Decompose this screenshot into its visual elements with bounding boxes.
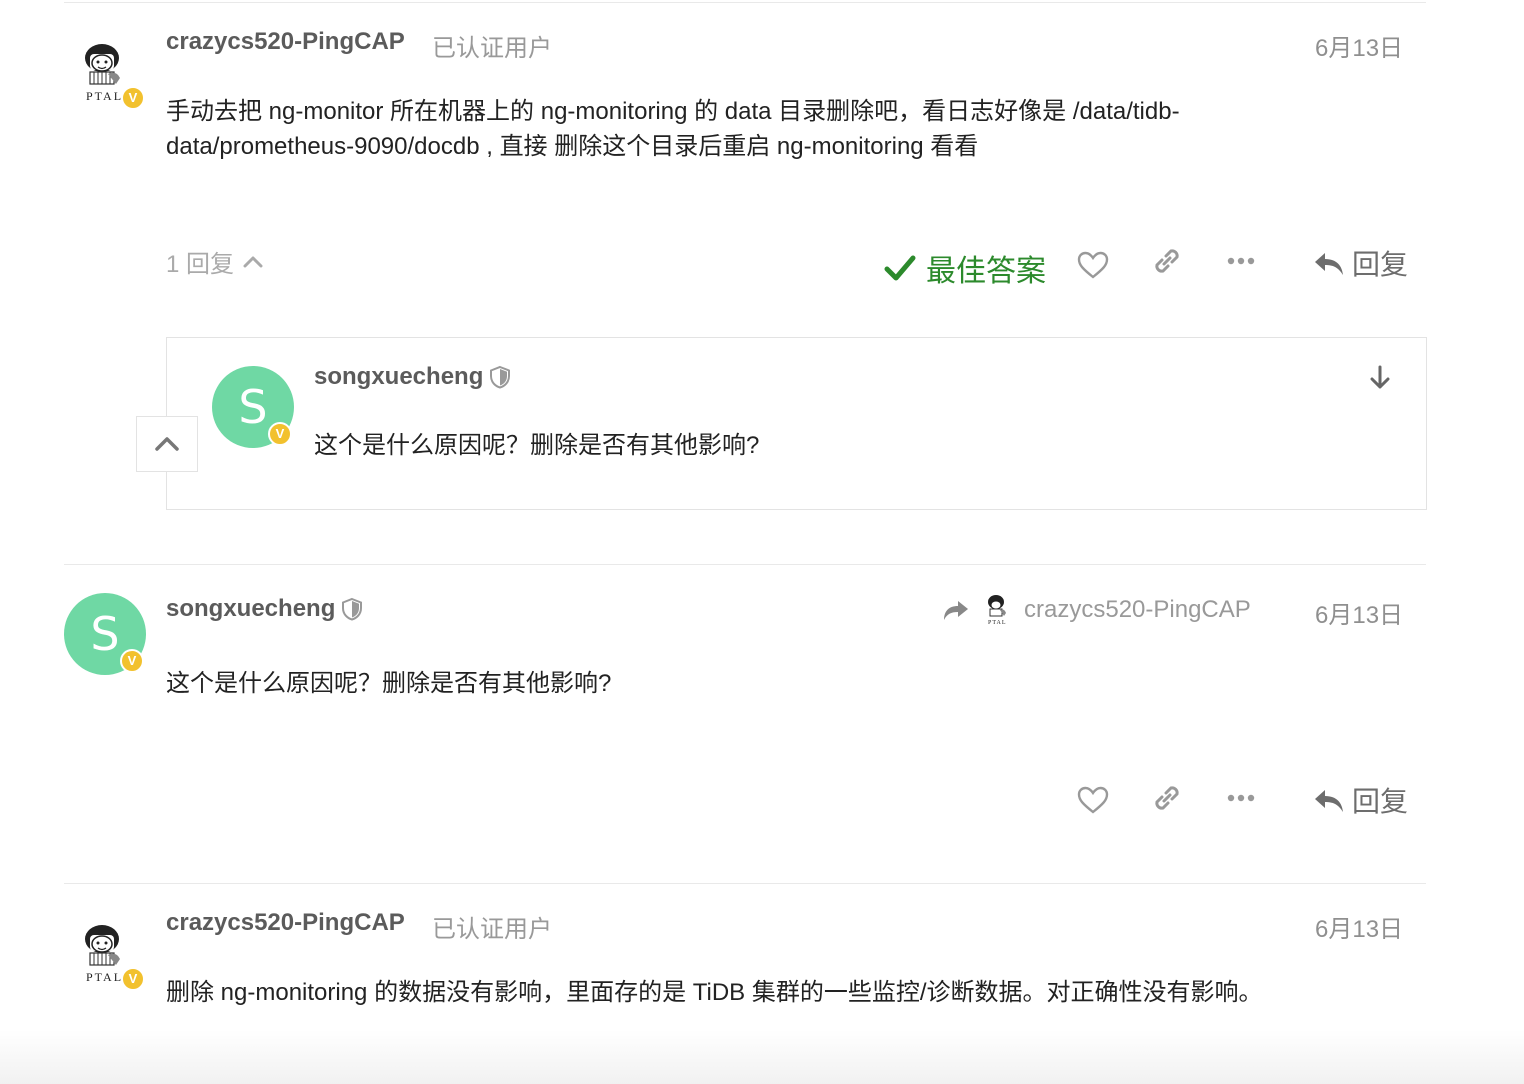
top-divider bbox=[64, 2, 1426, 3]
verified-badge: V bbox=[120, 649, 144, 673]
reply-to-avatar-caption: PTAL bbox=[988, 620, 1007, 626]
reply-label: 回复 bbox=[1352, 249, 1409, 280]
reply-arrow-icon bbox=[1315, 253, 1343, 275]
verified-badge: V bbox=[121, 86, 145, 110]
replies-count: 1 回复 bbox=[166, 251, 235, 278]
collapse-replies-button[interactable] bbox=[136, 416, 198, 472]
avatar-caption: PTAL bbox=[86, 89, 124, 103]
user-title: 已认证用户 bbox=[432, 916, 552, 943]
embedded-body: 这个是什么原因呢？删除是否有其他影响? bbox=[314, 432, 760, 459]
post-username-text: songxuecheng bbox=[166, 595, 336, 622]
ellipsis-icon[interactable] bbox=[1224, 781, 1258, 815]
verified-badge: V bbox=[121, 967, 145, 991]
reply-label: 回复 bbox=[1352, 786, 1409, 817]
reply-button[interactable]: 回复 bbox=[1312, 780, 1408, 820]
user-title: 已认证用户 bbox=[432, 35, 552, 62]
solution-button[interactable]: 最佳答案 bbox=[884, 246, 1046, 290]
post-body: 手动去把 ng-monitor 所在机器上的 ng-monitoring 的 d… bbox=[166, 98, 1180, 160]
post-body: 这个是什么原因呢？删除是否有其他影响? bbox=[166, 670, 612, 697]
avatar-caption: PTAL bbox=[86, 970, 124, 984]
shield-icon bbox=[490, 365, 511, 389]
shield-icon bbox=[342, 597, 363, 621]
post-username[interactable]: songxuecheng bbox=[166, 595, 363, 623]
link-icon[interactable] bbox=[1150, 244, 1184, 278]
reply-button[interactable]: 回复 bbox=[1312, 243, 1408, 283]
post-date[interactable]: 6月13日 bbox=[1315, 909, 1403, 944]
heart-icon[interactable] bbox=[1076, 783, 1110, 817]
reply-to-username: crazycs520-PingCAP bbox=[1024, 596, 1251, 623]
share-arrow-icon bbox=[944, 601, 968, 620]
heart-icon[interactable] bbox=[1076, 248, 1110, 282]
embedded-username-text: songxuecheng bbox=[314, 363, 484, 390]
link-icon[interactable] bbox=[1150, 781, 1184, 815]
arrow-down-icon[interactable] bbox=[1366, 364, 1394, 392]
post-username[interactable]: crazycs520-PingCAP bbox=[166, 28, 405, 56]
post-username[interactable]: crazycs520-PingCAP bbox=[166, 909, 405, 937]
ellipsis-icon[interactable] bbox=[1224, 244, 1258, 278]
replies-toggle[interactable]: 1 回复 bbox=[166, 244, 264, 279]
reply-arrow-icon bbox=[1315, 790, 1343, 812]
post-body: 删除 ng-monitoring 的数据没有影响，里面存的是 TiDB 集群的一… bbox=[166, 979, 1263, 1006]
solution-label: 最佳答案 bbox=[926, 255, 1046, 288]
check-icon bbox=[884, 255, 916, 281]
post-date[interactable]: 6月13日 bbox=[1315, 595, 1403, 630]
chevron-up-icon bbox=[155, 437, 179, 451]
verified-badge: V bbox=[268, 422, 292, 446]
post-divider bbox=[64, 883, 1426, 884]
embedded-username[interactable]: songxuecheng bbox=[314, 363, 511, 391]
post-divider bbox=[64, 564, 1426, 565]
post-date[interactable]: 6月13日 bbox=[1315, 28, 1403, 63]
chevron-up-icon bbox=[243, 256, 263, 267]
bottom-fade bbox=[0, 1030, 1524, 1084]
